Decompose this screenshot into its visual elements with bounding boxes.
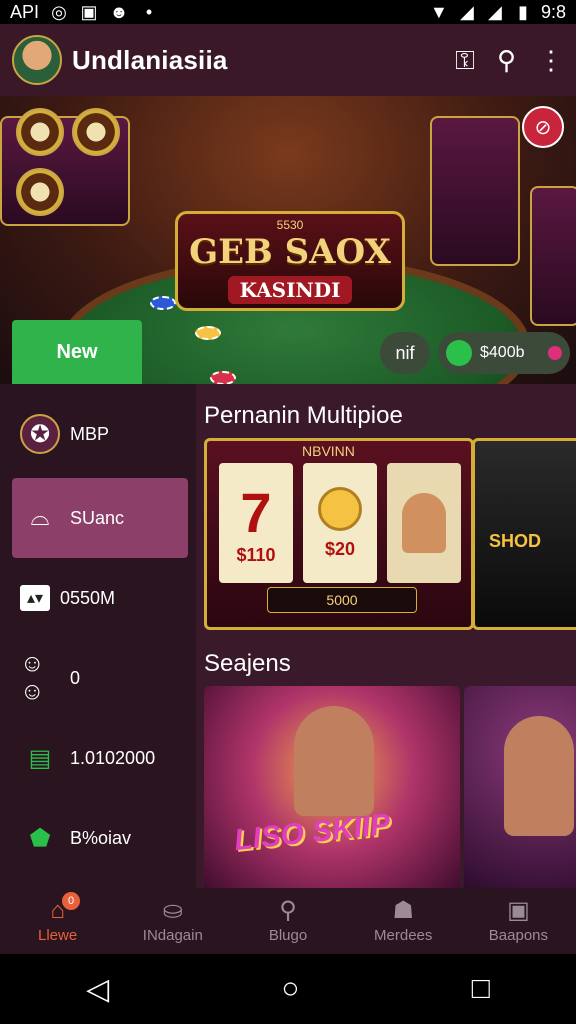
app-title: Undlaniasiia <box>72 44 228 75</box>
more-icon[interactable]: ⋮ <box>538 47 564 73</box>
status-dot-icon <box>446 340 472 366</box>
app-header: Undlaniasiia ⚿ ⚲ ⋮ <box>0 24 576 96</box>
section-title-multiplayer: Pernanin Multipioe <box>204 402 403 429</box>
nav-label: Merdees <box>374 926 433 944</box>
person-icon: ☗ <box>392 896 414 924</box>
balance-label: $400b <box>480 344 525 361</box>
sidebar-item-0550m[interactable]: ▴▾ 0550M <box>12 558 188 638</box>
record-icon: ◎ <box>51 1 67 22</box>
chip <box>195 326 221 340</box>
document-icon: ▤ <box>28 744 52 772</box>
slot2-label: SHOD <box>489 531 542 551</box>
no-entry-icon[interactable]: ⊘ <box>522 106 564 148</box>
slot-reel: 7 $110 <box>219 463 293 583</box>
section-title-seasons: Seajens <box>204 650 291 677</box>
badge-icon: ✪ <box>20 414 60 454</box>
hero-pill-nif[interactable]: nif <box>380 332 430 374</box>
sidebar-item-people[interactable]: ☺☺ 0 <box>12 638 188 718</box>
roulette-wheel <box>16 168 64 216</box>
slot-machine-edge <box>530 186 576 326</box>
sign-top-label: 5530 <box>276 218 304 232</box>
system-nav-bar: ◁ ○ □ <box>0 954 576 1024</box>
sidebar-item-label: SUanc <box>70 507 125 528</box>
slot-machine-right <box>430 116 520 266</box>
notification-dot-icon <box>548 346 562 360</box>
sidebar-item-label: 0 <box>70 667 81 688</box>
seven-symbol: 7 <box>240 481 272 544</box>
dot-icon: • <box>145 1 153 22</box>
recents-icon[interactable]: □ <box>472 972 490 1006</box>
new-button[interactable]: New <box>12 320 142 384</box>
avatar[interactable] <box>12 35 62 85</box>
sidebar-item-numbers[interactable]: ▤ 1.0102000 <box>12 718 188 798</box>
shield-icon: ⬟ <box>29 824 51 852</box>
search-icon[interactable]: ⚲ <box>497 47 516 73</box>
nav-baapons[interactable]: ▣ Baapons <box>461 888 576 954</box>
sidebar-item-label: 1.0102000 <box>70 747 156 768</box>
window-icon: ▣ <box>507 896 530 924</box>
sidebar-item-mbp[interactable]: ✪ MBP <box>12 394 188 474</box>
home-circle-icon[interactable]: ○ <box>281 972 299 1006</box>
signal-icon: ◢ <box>460 1 474 22</box>
character-figure <box>294 706 374 816</box>
slot-bet: 5000 <box>267 587 417 613</box>
sidebar-item-label: B%oiav <box>70 827 132 848</box>
chip <box>150 296 176 310</box>
slot-reel <box>387 463 461 583</box>
chat-icon: ⌓ <box>30 504 50 531</box>
nav-blugo[interactable]: ⚲ Blugo <box>230 888 345 954</box>
slot-header: NBVINN <box>302 443 355 459</box>
promo-title: LISO SKIIP <box>232 807 392 858</box>
ticket-icon: ▴▾ <box>20 585 50 611</box>
main-content: Pernanin Multipioe NBVINN 7 $110 $20 500… <box>196 384 576 888</box>
nav-label: INdagain <box>142 926 203 944</box>
wifi-icon: ▼ <box>430 1 448 22</box>
nav-home[interactable]: ⌂ 0 Llewe <box>0 888 115 954</box>
carrier-label: API <box>10 1 40 22</box>
emoji-icon: ☻ <box>109 1 129 22</box>
people-icon: ☺☺ <box>20 650 45 705</box>
roulette-wheel <box>72 108 120 156</box>
clock: 9:8 <box>540 1 566 22</box>
nav-indagain[interactable]: ⛀ INdagain <box>115 888 230 954</box>
game-card-slot-2[interactable]: SHOD <box>472 438 576 630</box>
roulette-wheel <box>16 108 64 156</box>
reel-value: $110 <box>236 545 276 565</box>
coin-icon <box>318 486 362 531</box>
status-bar: API ◎ ▣ ☻ • ▼ ◢ ◢ ▮ 9:8 <box>0 0 576 24</box>
search-icon: ⚲ <box>279 896 297 924</box>
sign-subtitle: KASINDI <box>227 276 353 304</box>
sign-title: GEB SAOX <box>189 232 391 272</box>
game-card-slot[interactable]: NBVINN 7 $110 $20 5000 <box>204 438 474 630</box>
bucket-icon: ⛀ <box>162 896 183 924</box>
casino-sign: 5530 GEB SAOX KASINDI <box>175 211 405 311</box>
character-icon <box>402 493 446 553</box>
nav-merdees[interactable]: ☗ Merdees <box>346 888 461 954</box>
bottom-nav: ⌂ 0 Llewe ⛀ INdagain ⚲ Blugo ☗ Merdees ▣… <box>0 888 576 954</box>
key-icon[interactable]: ⚿ <box>455 47 475 73</box>
sidebar-item-suanc[interactable]: ⌓ SUanc <box>12 478 188 558</box>
promo-card[interactable]: LISO SKIIP <box>204 686 460 888</box>
header-actions: ⚿ ⚲ ⋮ <box>455 47 564 73</box>
battery-icon: ▮ <box>518 1 528 22</box>
character-figure <box>504 716 574 836</box>
sidebar-item-b-oiav[interactable]: ⬟ B%oiav <box>12 798 188 878</box>
back-icon[interactable]: ◁ <box>86 972 109 1007</box>
nav-label: Blugo <box>268 926 308 944</box>
sidebar-item-label: 0550M <box>60 587 116 608</box>
signal-2-icon: ◢ <box>488 1 502 22</box>
slot-reel: $20 <box>303 463 377 583</box>
nav-label: Llewe <box>38 926 78 944</box>
nav-label: Baapons <box>488 926 549 944</box>
notification-badge: 0 <box>62 892 80 910</box>
sidebar: ✪ MBP ⌓ SUanc ▴▾ 0550M ☺☺ 0 ▤ 1.0102000 … <box>0 384 196 888</box>
gallery-icon: ▣ <box>80 1 98 22</box>
chip <box>210 371 236 384</box>
reel-value: $20 <box>324 538 356 559</box>
balance-pill[interactable]: $400b <box>438 332 570 374</box>
promo-card-2[interactable] <box>464 686 576 888</box>
sidebar-item-label: MBP <box>70 423 110 444</box>
